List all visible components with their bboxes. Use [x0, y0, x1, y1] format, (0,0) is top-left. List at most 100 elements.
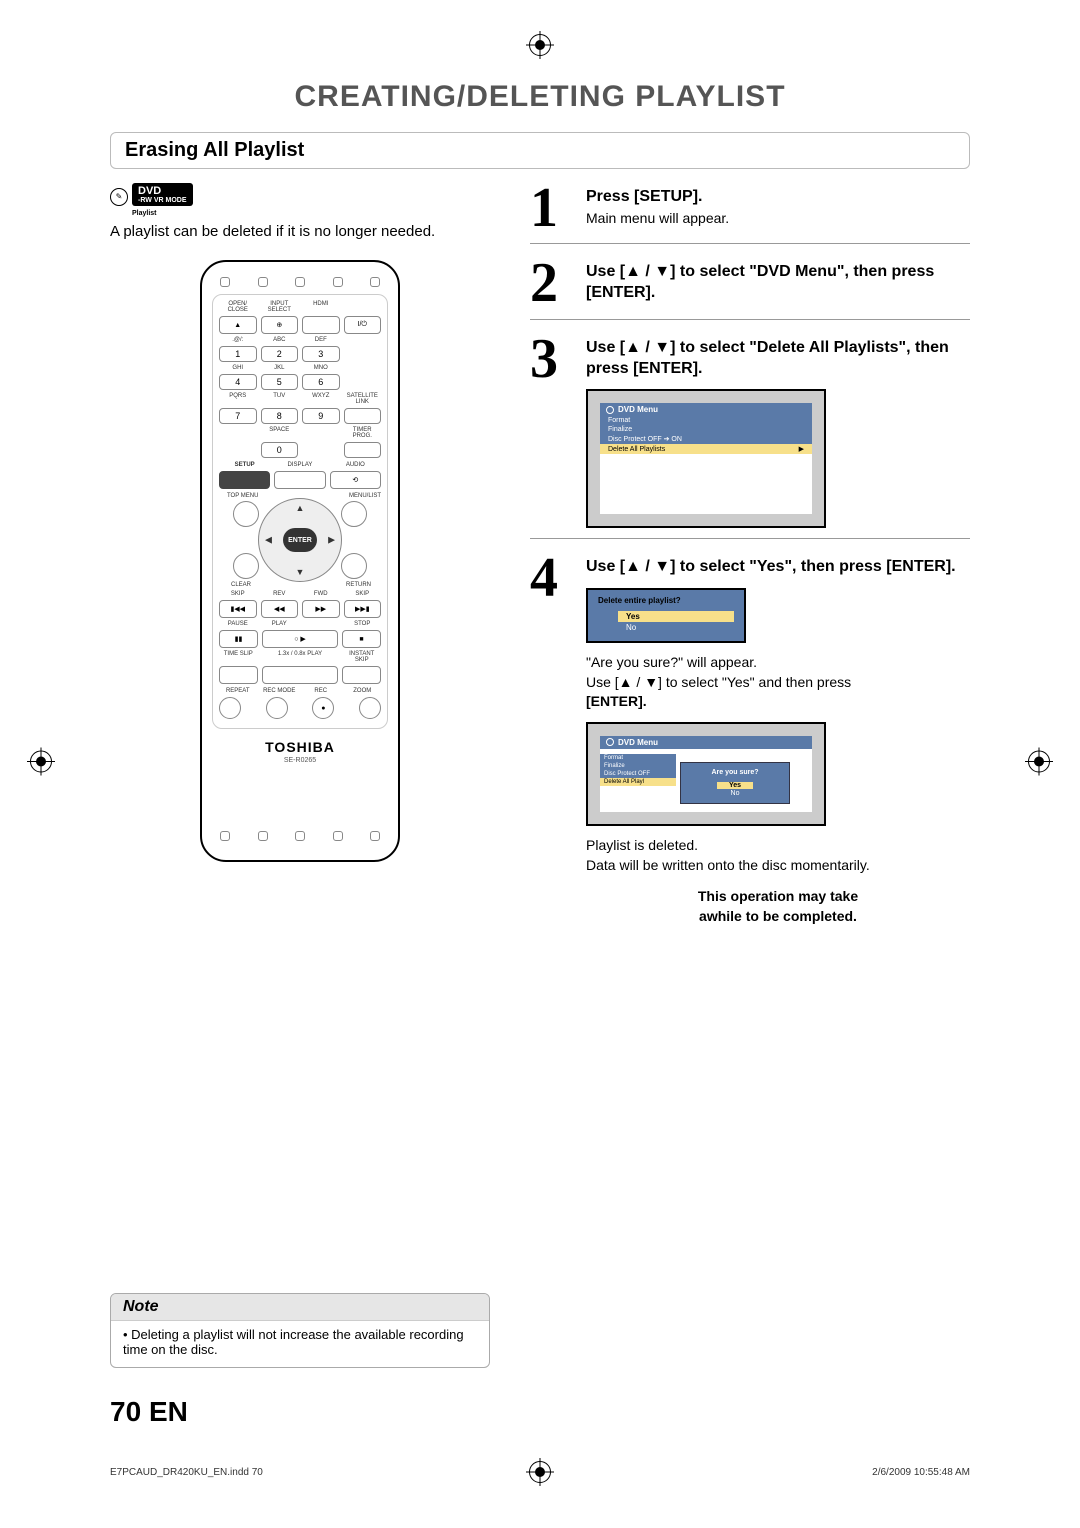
osd2-option-no: No — [719, 790, 752, 797]
remote-hole-icon — [220, 831, 230, 841]
speed-play-button — [262, 666, 338, 684]
final-line1: Playlist is deleted. — [586, 836, 970, 856]
down-arrow-icon: ▼ — [296, 567, 305, 577]
return-button — [341, 553, 367, 579]
after-text-line1: "Are you sure?" will appear. — [586, 653, 970, 673]
label-input-select: INPUT SELECT — [261, 301, 299, 313]
osd-are-you-sure: DVD Menu Format Finalize Disc Protect OF… — [586, 722, 826, 826]
remote-hole-icon — [295, 831, 305, 841]
step-number: 1 — [530, 183, 574, 233]
note-box: Note Deleting a playlist will not increa… — [110, 1293, 490, 1368]
right-column: 1 Press [SETUP]. Main menu will appear. … — [530, 183, 970, 950]
step-title: Press [SETUP]. — [586, 187, 970, 208]
setup-button — [219, 471, 270, 489]
key-8: 8 — [261, 408, 299, 424]
time-slip-button — [219, 666, 258, 684]
dpad: ▲ ▼ ◀ ▶ ENTER — [258, 498, 342, 582]
key-3: 3 — [302, 346, 340, 362]
hdmi-button — [302, 316, 340, 334]
key-6: 6 — [302, 374, 340, 390]
clear-button — [233, 553, 259, 579]
key-4: 4 — [219, 374, 257, 390]
rec-mode-button — [266, 697, 288, 719]
remote-hole-icon — [370, 831, 380, 841]
remote-control-illustration: OPEN/ CLOSE INPUT SELECT HDMI ▲ ⊕ I/⏻ .@… — [200, 260, 400, 862]
power-button: I/⏻ — [344, 316, 382, 334]
after-text-line2: Use [▲ / ▼] to select "Yes" and then pre… — [586, 673, 970, 712]
osd2-item-delete-all: Delete All Playl — [600, 778, 676, 786]
pause-button: ▮▮ — [219, 630, 258, 648]
label-hdmi: HDMI — [302, 301, 340, 313]
osd2-popup-question: Are you sure? — [687, 769, 783, 776]
footer-timestamp: 2/6/2009 10:55:48 AM — [872, 1467, 970, 1478]
note-body-text: Deleting a playlist will not increase th… — [123, 1327, 477, 1357]
audio-button: ⟲ — [330, 471, 381, 489]
model-label: SE-R0265 — [212, 757, 388, 764]
key-0: 0 — [261, 442, 299, 458]
step-2: 2 Use [▲ / ▼] to select "DVD Menu", then… — [530, 258, 970, 319]
registration-mark-left — [30, 751, 52, 778]
timer-prog-button — [344, 442, 382, 458]
enter-button: ENTER — [283, 528, 317, 552]
playlist-sublabel: Playlist — [132, 210, 490, 217]
page-number: 70 EN — [110, 1396, 188, 1428]
step-3: 3 Use [▲ / ▼] to select "Delete All Play… — [530, 334, 970, 540]
rec-button: ● — [312, 697, 334, 719]
key-9: 9 — [302, 408, 340, 424]
remote-hole-icon — [333, 277, 343, 287]
step-title: Use [▲ / ▼] to select "DVD Menu", then p… — [586, 262, 970, 304]
key-2: 2 — [261, 346, 299, 362]
main-title: CREATING/DELETING PLAYLIST — [110, 80, 970, 114]
footer-filename: E7PCAUD_DR420KU_EN.indd 70 — [110, 1467, 263, 1478]
step-title: Use [▲ / ▼] to select "Yes", then press … — [586, 557, 970, 578]
right-triangle-icon: ▶ — [799, 445, 804, 453]
repeat-button — [219, 697, 241, 719]
input-select-button: ⊕ — [261, 316, 299, 334]
osd2-item-format: Format — [600, 754, 676, 762]
step-title: Use [▲ / ▼] to select "Delete All Playli… — [586, 338, 970, 380]
registration-mark-right — [1028, 751, 1050, 778]
osd-delete-confirm: Delete entire playlist? Yes No — [586, 588, 746, 643]
dvd-rw-badge: ✎ DVD -RW VR MODE — [110, 183, 490, 210]
registration-mark-bottom — [529, 1461, 551, 1486]
osd-dvd-menu: DVD Menu Format Finalize Disc Protect OF… — [586, 389, 826, 528]
osd-item-delete-all-playlists: Delete All Playlists▶ — [600, 444, 812, 454]
play-button: ○ ▶ — [262, 630, 338, 648]
skip-back-button: ▮◀◀ — [219, 600, 257, 618]
step-number: 3 — [530, 334, 574, 529]
fwd-button: ▶▶ — [302, 600, 340, 618]
key-5: 5 — [261, 374, 299, 390]
remote-hole-icon — [258, 831, 268, 841]
remote-hole-icon — [333, 831, 343, 841]
step-4: 4 Use [▲ / ▼] to select "Yes", then pres… — [530, 553, 970, 936]
osd2-popup: Are you sure? Yes No — [680, 762, 790, 804]
osd-item-finalize: Finalize — [600, 425, 812, 434]
key-1: 1 — [219, 346, 257, 362]
remote-hole-icon — [370, 277, 380, 287]
osd2-item-finalize: Finalize — [600, 762, 676, 770]
osd2-option-yes: Yes — [717, 782, 753, 789]
left-column: ✎ DVD -RW VR MODE Playlist A playlist ca… — [110, 183, 490, 950]
osd-item-format: Format — [600, 416, 812, 425]
zoom-button — [359, 697, 381, 719]
satellite-link-button — [344, 408, 382, 424]
stop-button: ■ — [342, 630, 381, 648]
rev-button: ◀◀ — [261, 600, 299, 618]
registration-mark-top — [529, 34, 551, 61]
osd2-item-disc-protect: Disc Protect OFF — [600, 770, 676, 778]
section-heading: Erasing All Playlist — [110, 132, 970, 169]
intro-text: A playlist can be deleted if it is no lo… — [110, 223, 490, 240]
remote-hole-icon — [295, 277, 305, 287]
note-title: Note — [111, 1294, 489, 1321]
page-content: CREATING/DELETING PLAYLIST Erasing All P… — [110, 80, 970, 1428]
menu-list-button — [341, 501, 367, 527]
key-7: 7 — [219, 408, 257, 424]
osd-option-no: No — [618, 622, 734, 633]
step-subtext: Main menu will appear. — [586, 210, 970, 226]
step-number: 4 — [530, 553, 574, 926]
right-arrow-icon: ▶ — [328, 535, 335, 546]
top-menu-button — [233, 501, 259, 527]
brand-label: TOSHIBA — [212, 739, 388, 755]
step-1: 1 Press [SETUP]. Main menu will appear. — [530, 183, 970, 244]
disc-icon — [606, 738, 614, 746]
